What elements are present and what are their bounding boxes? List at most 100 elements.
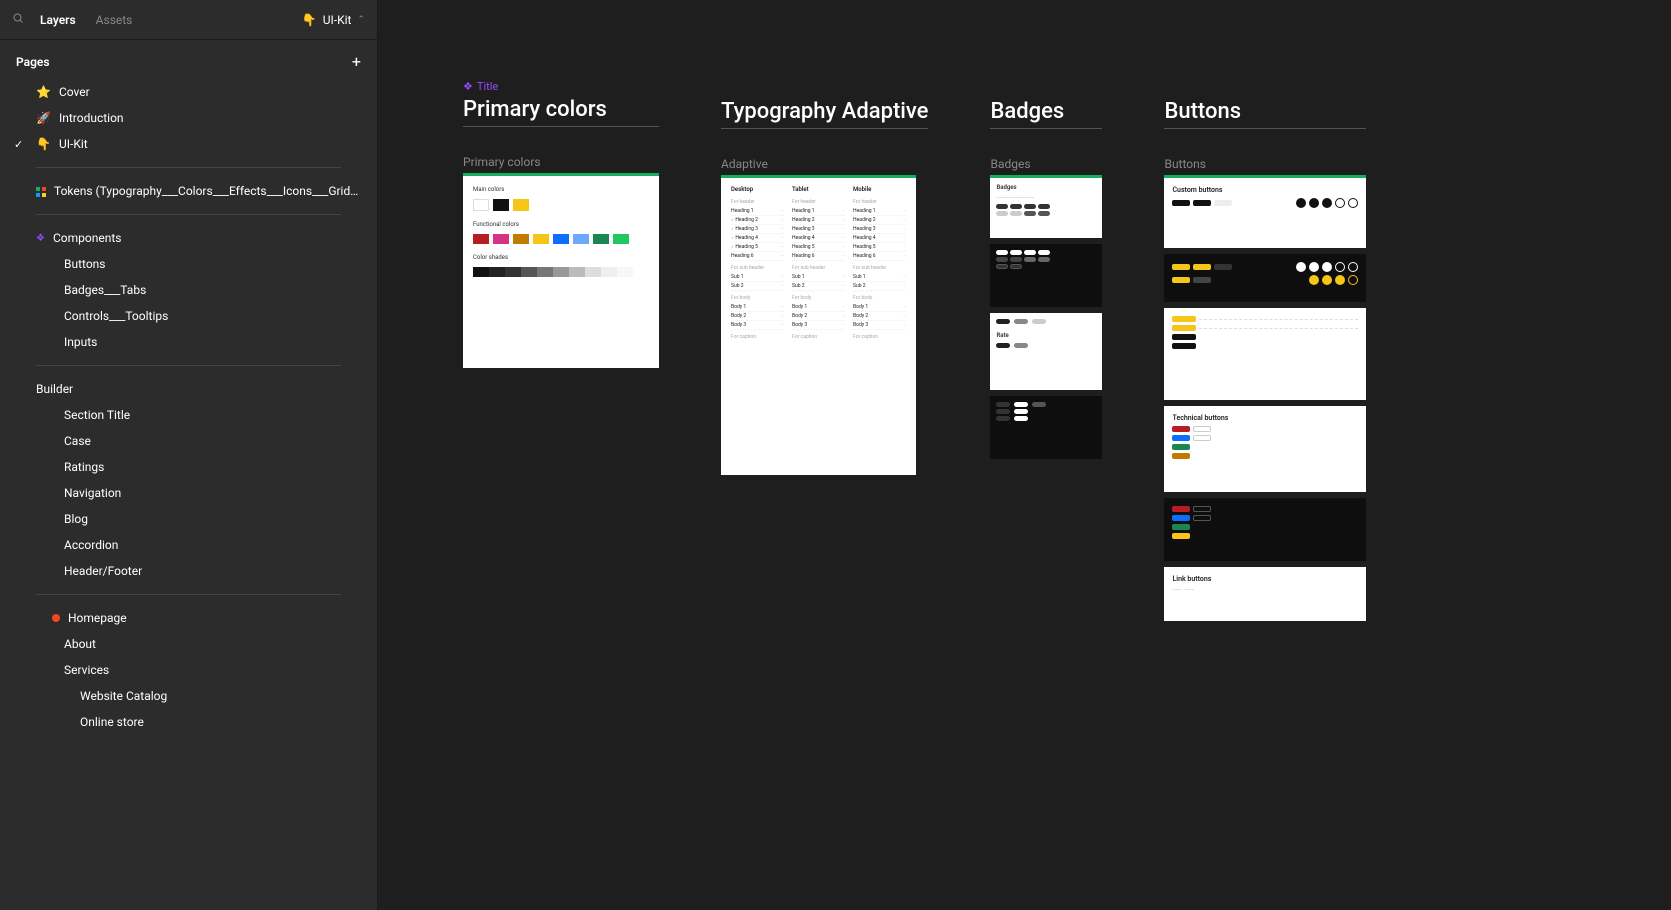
- frame-label-buttons[interactable]: Buttons: [1164, 157, 1366, 171]
- file-name: UI-Kit: [323, 13, 352, 27]
- mini-button: [1172, 506, 1190, 512]
- page-item[interactable]: Navigation: [0, 480, 377, 506]
- typography-column: MobileFor headerHeading 1—Heading 2—Head…: [853, 186, 906, 342]
- typography-line: Body 3—: [792, 321, 845, 330]
- page-label: Accordion: [64, 538, 118, 552]
- component-icon: ❖: [463, 80, 473, 93]
- typography-line: Heading 5—: [792, 243, 845, 252]
- section-title-buttons[interactable]: Buttons: [1164, 99, 1366, 129]
- typography-line: Heading 2—: [853, 216, 906, 225]
- page-item[interactable]: Badges___Tabs: [0, 277, 377, 303]
- typography-block-label: For sub header: [731, 265, 784, 271]
- typography-line: Sub 2—: [853, 282, 906, 291]
- page-item[interactable]: Online store: [0, 709, 377, 735]
- page-item[interactable]: Tokens (Typography___Colors___Effects___…: [0, 178, 377, 204]
- typography-line: Body 3—: [731, 321, 784, 330]
- page-item[interactable]: Controls___Tooltips: [0, 303, 377, 329]
- frame-technical-buttons[interactable]: Technical buttons: [1164, 406, 1366, 492]
- page-item[interactable]: Header/Footer: [0, 558, 377, 584]
- page-item[interactable]: Homepage: [0, 605, 377, 631]
- pages-title: Pages: [16, 55, 50, 69]
- search-icon[interactable]: [12, 12, 24, 27]
- frame-label-typography[interactable]: Adaptive: [721, 157, 928, 171]
- frame-label-primary[interactable]: Primary colors: [463, 155, 659, 169]
- frame-primary-colors[interactable]: Main colors Functional colors Color shad…: [463, 173, 659, 368]
- tab-assets[interactable]: Assets: [86, 13, 143, 27]
- color-swatch: [493, 234, 509, 244]
- mini-button: [1172, 343, 1196, 349]
- badges-heading: Badges: [996, 184, 1096, 191]
- page-divider: [36, 365, 341, 366]
- page-item[interactable]: ❖Components: [0, 225, 377, 251]
- page-label: Case: [64, 434, 91, 448]
- badge: [1038, 250, 1050, 255]
- check-icon: ✓: [731, 226, 734, 231]
- frame-custom-buttons-light[interactable]: Custom buttons: [1164, 175, 1366, 248]
- page-item[interactable]: About: [0, 631, 377, 657]
- page-item[interactable]: Ratings: [0, 454, 377, 480]
- page-label: Services: [64, 663, 109, 677]
- page-item[interactable]: Buttons: [0, 251, 377, 277]
- section-title-primary[interactable]: Primary colors: [463, 97, 659, 127]
- shade-swatch: [585, 267, 601, 277]
- tab-layers[interactable]: Layers: [30, 13, 86, 27]
- canvas[interactable]: ❖ Title Primary colors Primary colors Ma…: [378, 0, 1671, 910]
- typography-block-label: For header: [731, 199, 784, 205]
- typography-line: Heading 5—: [853, 243, 906, 252]
- page-item[interactable]: Inputs: [0, 329, 377, 355]
- page-item[interactable]: Accordion: [0, 532, 377, 558]
- page-item[interactable]: Builder: [0, 376, 377, 402]
- typography-line: Body 1—: [731, 303, 784, 312]
- page-item[interactable]: Website Catalog: [0, 683, 377, 709]
- page-divider: [36, 214, 341, 215]
- typography-column: TabletFor headerHeading 1—Heading 2—Head…: [792, 186, 845, 342]
- frame-typography[interactable]: DesktopFor headerHeading 1—✓Heading 2—✓H…: [721, 175, 916, 475]
- title-component-badge[interactable]: ❖ Title: [463, 80, 659, 93]
- rate-pill: [996, 409, 1010, 414]
- page-list: ⭐Cover🚀Introduction✓👇UI-Kit Tokens (Typog…: [0, 75, 377, 910]
- frame-technical-buttons-dark[interactable]: [1164, 498, 1366, 561]
- frame-custom-buttons-dark[interactable]: [1164, 254, 1366, 302]
- component-icon: ❖: [36, 233, 45, 244]
- page-label: Buttons: [64, 257, 106, 271]
- page-item[interactable]: Case: [0, 428, 377, 454]
- page-item[interactable]: ✓👇UI-Kit: [0, 131, 377, 157]
- mini-button: [1172, 426, 1190, 432]
- page-item[interactable]: Services: [0, 657, 377, 683]
- button-row: [1172, 343, 1358, 349]
- frame-badges-light[interactable]: Badges ————————————: [990, 175, 1102, 238]
- page-item[interactable]: Section Title: [0, 402, 377, 428]
- frame-badges-dark[interactable]: [990, 244, 1102, 307]
- functional-swatches: [473, 234, 649, 244]
- frame-rate-light[interactable]: Rate: [990, 313, 1102, 390]
- circle-button: [1348, 198, 1358, 208]
- token-icon: [36, 186, 46, 196]
- page-item[interactable]: Blog: [0, 506, 377, 532]
- page-item[interactable]: 🚀Introduction: [0, 105, 377, 131]
- frame-label-badges[interactable]: Badges: [990, 157, 1102, 171]
- section-title-badges[interactable]: Badges: [990, 99, 1102, 129]
- group-primary-colors: ❖ Title Primary colors Primary colors Ma…: [463, 80, 659, 368]
- file-indicator[interactable]: 👇 UI-Kit ⌃: [302, 13, 365, 27]
- frame-button-variants-light[interactable]: [1164, 308, 1366, 400]
- shade-swatch: [505, 267, 521, 277]
- typography-block-label: For caption: [792, 334, 845, 340]
- color-swatch: [473, 234, 489, 244]
- page-item[interactable]: ⭐Cover: [0, 79, 377, 105]
- frame-rate-dark[interactable]: [990, 396, 1102, 459]
- typography-line: Heading 1—: [853, 207, 906, 216]
- frame-link-buttons[interactable]: Link buttons ——— ———: [1164, 567, 1366, 621]
- mini-button: [1172, 334, 1196, 340]
- circle-button: [1348, 262, 1358, 272]
- badge: [996, 250, 1008, 255]
- page-emoji-icon: 🚀: [36, 111, 51, 125]
- add-page-icon[interactable]: +: [352, 52, 361, 71]
- typography-line: ✓Heading 2—: [731, 216, 784, 225]
- circle-button: [1296, 262, 1306, 272]
- button-row: [1172, 524, 1358, 530]
- badge: [1024, 250, 1036, 255]
- page-label: Tokens (Typography___Colors___Effects___…: [54, 184, 361, 198]
- mini-button: [1172, 524, 1190, 530]
- badge-row: [996, 264, 1096, 269]
- section-title-typography[interactable]: Typography Adaptive: [721, 99, 928, 129]
